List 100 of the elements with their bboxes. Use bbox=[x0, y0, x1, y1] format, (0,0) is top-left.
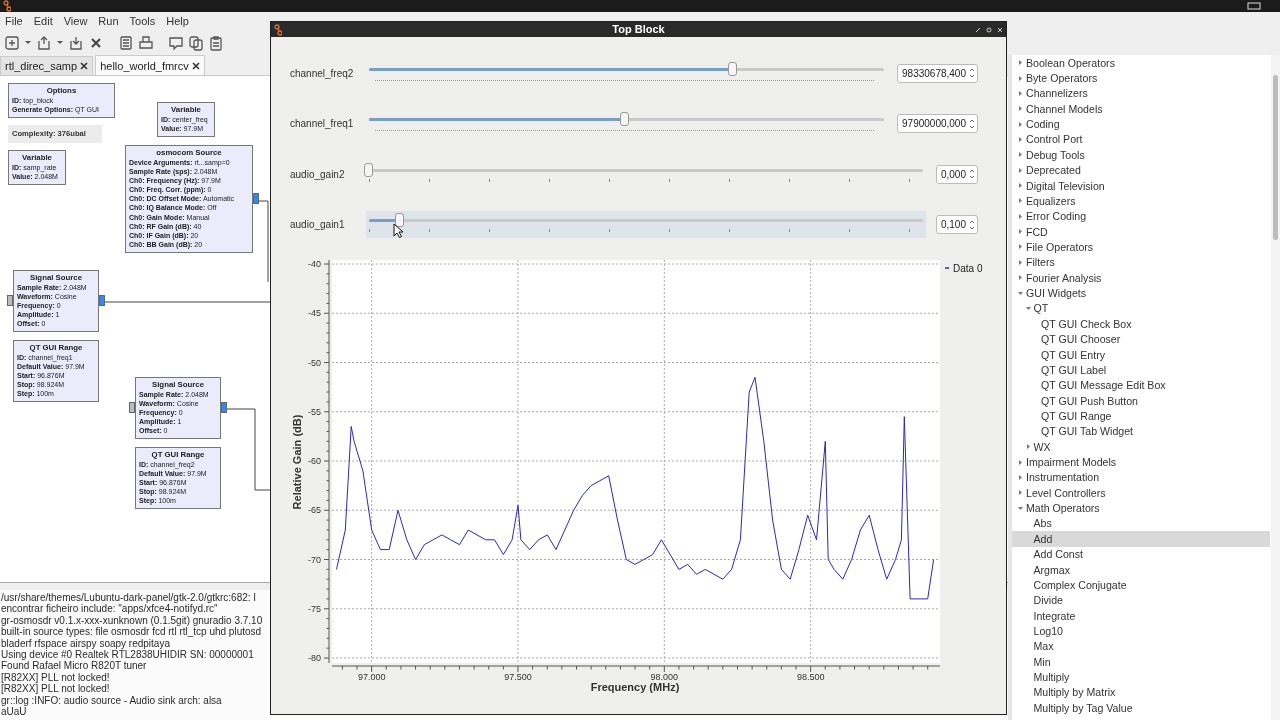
tree-item[interactable]: Argmax bbox=[1012, 561, 1270, 578]
tree-item[interactable]: Deprecated bbox=[1012, 162, 1270, 178]
caret-icon[interactable] bbox=[1025, 305, 1031, 311]
tree-item[interactable]: Error Coding bbox=[1012, 208, 1270, 224]
caret-icon[interactable] bbox=[1018, 183, 1023, 189]
open-icon[interactable] bbox=[36, 34, 52, 51]
tree-item[interactable]: File Operators bbox=[1012, 239, 1270, 255]
copy-icon[interactable] bbox=[188, 34, 204, 51]
tree-item[interactable]: QT GUI Entry bbox=[1012, 346, 1270, 363]
caret-icon[interactable] bbox=[1018, 75, 1023, 81]
tree-item[interactable]: Multiply by Matrix bbox=[1012, 684, 1270, 701]
caret-icon[interactable] bbox=[1018, 259, 1023, 265]
caret-icon[interactable] bbox=[1018, 459, 1023, 465]
tree-item[interactable]: Min bbox=[1012, 654, 1270, 670]
caret-icon[interactable] bbox=[1018, 152, 1023, 158]
tree-item[interactable]: GUI Widgets bbox=[1012, 285, 1270, 301]
menu-item[interactable]: Help bbox=[162, 15, 193, 27]
maximize-icon[interactable] bbox=[986, 26, 992, 33]
clipboard-icon[interactable] bbox=[208, 34, 224, 51]
tree-item[interactable]: Control Port bbox=[1012, 131, 1270, 148]
caret-icon[interactable] bbox=[1018, 505, 1023, 511]
value-field[interactable]: 98330678,400 bbox=[897, 63, 978, 83]
spin-arrows-icon[interactable] bbox=[969, 168, 975, 181]
tree-item[interactable]: Channel Models bbox=[1012, 101, 1270, 117]
tree-item[interactable]: Debug Tools bbox=[1012, 147, 1270, 163]
spin-arrows-icon[interactable] bbox=[969, 117, 975, 130]
close-icon[interactable] bbox=[191, 61, 200, 70]
tree-item[interactable]: QT GUI Label bbox=[1012, 362, 1270, 378]
tree-item[interactable]: Channelizers bbox=[1012, 85, 1270, 102]
save-icon[interactable] bbox=[68, 34, 84, 51]
value-field[interactable]: 0,100 bbox=[935, 215, 978, 235]
tree-item[interactable]: Abs bbox=[1012, 515, 1270, 532]
caret-icon[interactable] bbox=[1018, 290, 1023, 296]
tree-item[interactable]: QT bbox=[1012, 300, 1270, 317]
tree-item[interactable]: WX bbox=[1012, 439, 1270, 455]
caret-icon[interactable] bbox=[1018, 244, 1023, 250]
tree-item[interactable]: Coding bbox=[1012, 116, 1270, 132]
tree-item[interactable]: Math Operators bbox=[1012, 500, 1270, 516]
menu-item[interactable]: View bbox=[59, 15, 92, 27]
menu-item[interactable]: File bbox=[1, 15, 27, 27]
caret-icon[interactable] bbox=[1018, 106, 1023, 112]
caret-icon[interactable] bbox=[1018, 167, 1023, 173]
tree-item[interactable]: QT GUI Chooser bbox=[1012, 331, 1270, 347]
caret-icon[interactable] bbox=[1018, 121, 1023, 127]
tree-item[interactable]: QT GUI Tab Widget bbox=[1012, 423, 1270, 439]
tree-item[interactable]: Max bbox=[1012, 638, 1270, 654]
tree-item[interactable]: Fourier Analysis bbox=[1012, 270, 1270, 286]
caret-icon[interactable] bbox=[1025, 444, 1031, 450]
menu-item[interactable]: Edit bbox=[29, 15, 57, 27]
caret-icon[interactable] bbox=[1018, 229, 1023, 235]
scrollbar[interactable] bbox=[1271, 55, 1280, 720]
tree-item[interactable]: Equalizers bbox=[1012, 193, 1270, 209]
caret-icon[interactable] bbox=[1018, 198, 1023, 204]
document-icon[interactable] bbox=[118, 34, 134, 51]
tree-item[interactable]: QT GUI Range bbox=[1012, 408, 1270, 424]
tree-item[interactable]: Instrumentation bbox=[1012, 469, 1270, 486]
menu-item[interactable]: Tools bbox=[125, 15, 160, 27]
spin-arrows-icon[interactable] bbox=[969, 218, 975, 231]
slider-handle[interactable] bbox=[620, 112, 630, 127]
tab[interactable]: hello_world_fmrcv bbox=[95, 55, 205, 75]
close-icon[interactable] bbox=[80, 62, 89, 70]
tree-item[interactable]: Impairment Models bbox=[1012, 454, 1270, 470]
slider-handle[interactable] bbox=[364, 162, 373, 177]
tree-item[interactable]: FCD bbox=[1012, 223, 1270, 240]
minimize-icon[interactable] bbox=[975, 26, 981, 33]
caret-icon[interactable] bbox=[24, 38, 32, 47]
window-icon[interactable] bbox=[1247, 2, 1261, 10]
value-field[interactable]: 0,000 bbox=[935, 164, 978, 184]
tree-item[interactable]: Integrate bbox=[1012, 607, 1270, 624]
comment-icon[interactable] bbox=[168, 34, 184, 51]
caret-icon[interactable] bbox=[1018, 213, 1023, 219]
slider-handle[interactable] bbox=[728, 61, 738, 76]
tree-item[interactable]: Add bbox=[1012, 531, 1270, 547]
caret-icon[interactable] bbox=[1018, 90, 1023, 96]
tree-item[interactable]: QT GUI Message Edit Box bbox=[1012, 377, 1270, 393]
caret-icon[interactable] bbox=[1018, 490, 1023, 496]
tree-item[interactable]: Log10 bbox=[1012, 623, 1270, 639]
tree-item[interactable]: Multiply bbox=[1012, 669, 1270, 685]
new-file-icon[interactable] bbox=[4, 34, 20, 51]
slider[interactable] bbox=[366, 211, 926, 239]
caret-icon[interactable] bbox=[1018, 136, 1023, 142]
tree-item[interactable]: Add Const bbox=[1012, 546, 1270, 562]
tree-item[interactable]: QT GUI Push Button bbox=[1012, 392, 1270, 409]
tree-item[interactable]: Byte Operators bbox=[1012, 70, 1270, 86]
caret-icon[interactable] bbox=[56, 38, 64, 47]
caret-icon[interactable] bbox=[1018, 60, 1023, 66]
value-field[interactable]: 97900000,000 bbox=[897, 114, 978, 134]
tree-item[interactable]: QT GUI Check Box bbox=[1012, 316, 1270, 332]
caret-icon[interactable] bbox=[1018, 474, 1023, 480]
tree-item[interactable]: Divide bbox=[1012, 592, 1270, 608]
caret-icon[interactable] bbox=[1018, 275, 1023, 281]
tree-item[interactable]: Boolean Operators bbox=[1012, 55, 1270, 71]
tree-item[interactable]: Multiply by Tag Value bbox=[1012, 700, 1270, 716]
menu-item[interactable]: Run bbox=[94, 15, 123, 27]
scrollbar-thumb[interactable] bbox=[1273, 75, 1278, 240]
tree-item[interactable]: Digital Television bbox=[1012, 177, 1270, 194]
tree-item[interactable]: Filters bbox=[1012, 254, 1270, 271]
spin-arrows-icon[interactable] bbox=[969, 67, 975, 80]
tree-item[interactable]: Level Controllers bbox=[1012, 485, 1270, 501]
tab[interactable]: rtl_direc_samp bbox=[0, 56, 94, 75]
